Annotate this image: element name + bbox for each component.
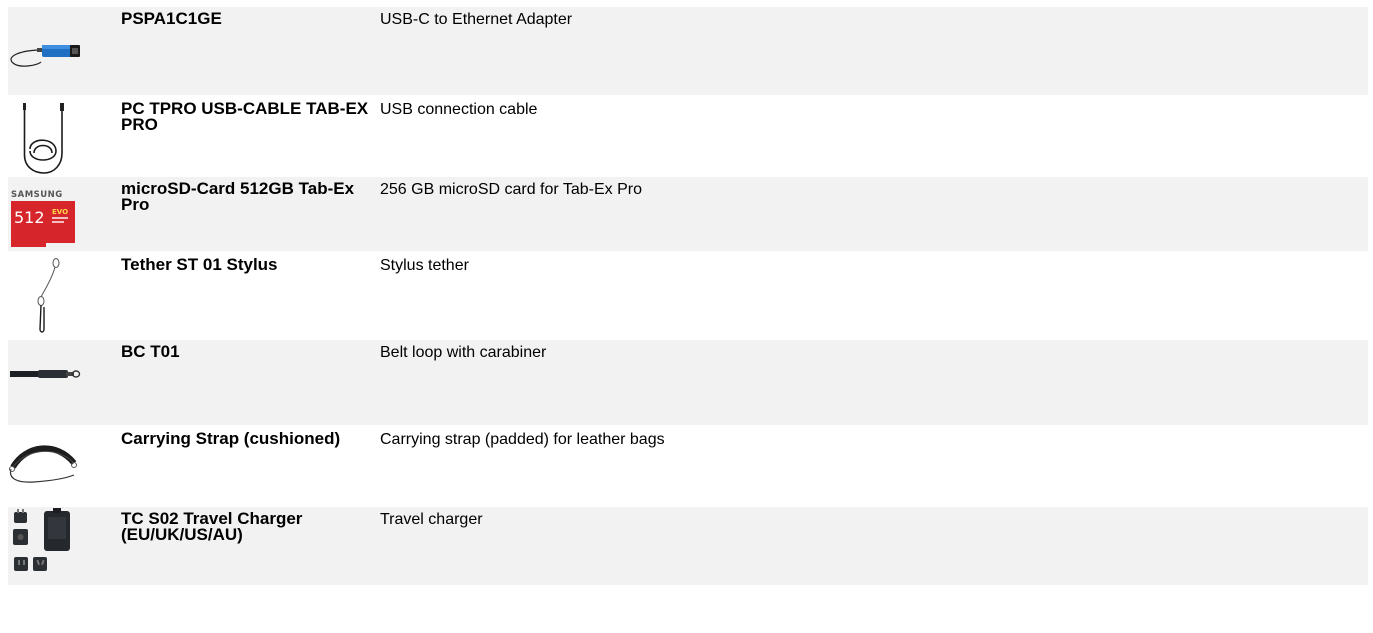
product-description: Carrying strap (padded) for leather bags xyxy=(380,431,665,448)
product-image xyxy=(8,427,115,505)
card-brand-label: SAMSUNG xyxy=(11,190,63,200)
usb-cable-icon xyxy=(23,103,64,174)
product-description: USB-C to Ethernet Adapter xyxy=(380,11,573,28)
table-row: TC S02 Travel Charger (EU/UK/US/AU) Trav… xyxy=(8,507,1368,587)
microsd-card-icon: SAMSUNG 512 EVO xyxy=(11,190,75,247)
product-description: Travel charger xyxy=(380,511,483,528)
table-row: Tether ST 01 Stylus Stylus tether xyxy=(8,253,1368,340)
table-row: PC TPRO USB-CABLE TAB-EX PRO USB connect… xyxy=(8,97,1368,177)
product-code: BC T01 xyxy=(121,342,180,361)
usb-ethernet-adapter-icon xyxy=(10,45,80,67)
table-row: SAMSUNG 512 EVO microSD-Card 512GB Tab-E… xyxy=(8,177,1368,253)
belt-loop-icon xyxy=(10,370,81,378)
product-code: microSD-Card 512GB Tab-Ex Pro xyxy=(121,179,355,214)
card-capacity-label: 512 xyxy=(14,208,45,227)
table-row: Carrying Strap (cushioned) Carrying stra… xyxy=(8,427,1368,507)
product-image: SAMSUNG 512 EVO xyxy=(8,177,115,251)
stylus-tether-icon xyxy=(37,258,60,333)
product-code: Carrying Strap (cushioned) xyxy=(121,429,341,448)
product-image xyxy=(8,507,115,585)
product-code: PSPA1C1GE xyxy=(121,9,222,28)
product-description: Belt loop with carabiner xyxy=(380,344,547,361)
table-row: BC T01 Belt loop with carabiner xyxy=(8,340,1368,427)
card-line-label: EVO xyxy=(52,208,68,216)
product-code: PC TPRO USB-CABLE TAB-EX PRO xyxy=(121,99,369,134)
product-image xyxy=(8,340,115,425)
travel-charger-icon xyxy=(13,508,70,571)
product-description: USB connection cable xyxy=(380,101,538,118)
accessories-table: PSPA1C1GE USB-C to Ethernet Adapter PC T… xyxy=(8,7,1368,587)
product-image xyxy=(8,7,115,95)
product-code: Tether ST 01 Stylus xyxy=(121,255,278,274)
product-code: TC S02 Travel Charger (EU/UK/US/AU) xyxy=(121,509,303,544)
table-row: PSPA1C1GE USB-C to Ethernet Adapter xyxy=(8,7,1368,97)
carrying-strap-icon xyxy=(9,445,77,483)
product-image xyxy=(8,253,115,338)
product-description: 256 GB microSD card for Tab-Ex Pro xyxy=(380,181,643,198)
product-image xyxy=(8,97,115,175)
product-description: Stylus tether xyxy=(380,257,469,274)
